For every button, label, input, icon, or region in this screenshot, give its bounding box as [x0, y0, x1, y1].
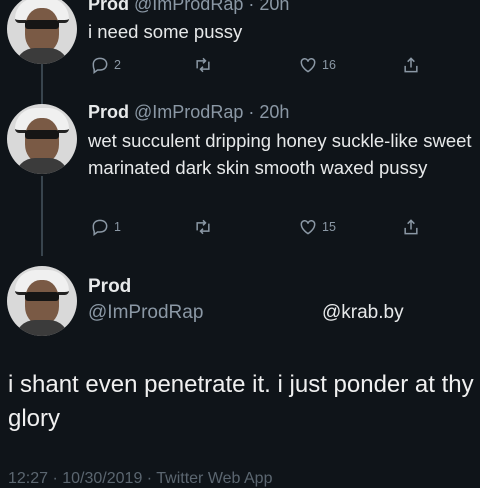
retweet-button[interactable] [192, 55, 214, 75]
retweet-button[interactable] [192, 217, 214, 237]
tweet-time[interactable]: · 20h [248, 0, 289, 14]
reply-icon [92, 57, 108, 74]
share-icon [404, 57, 418, 73]
like-icon [300, 57, 316, 73]
like-button[interactable]: 16 [298, 55, 336, 75]
reply-count: 1 [114, 220, 121, 234]
avatar[interactable] [7, 266, 77, 336]
tweet-2[interactable]: Prod @ImProdRap · 20h wet succulent drip… [0, 100, 480, 260]
tweet-text: i need some pussy [88, 21, 243, 42]
avatar[interactable] [7, 0, 77, 64]
share-button[interactable] [401, 217, 421, 237]
retweet-icon [196, 57, 210, 73]
watermark: @krab.by [322, 302, 404, 323]
main-tweet-text: i shant even penetrate it. i just ponder… [8, 371, 474, 432]
reply-button[interactable]: 2 [90, 55, 121, 75]
tweet-time[interactable]: · 20h [248, 102, 289, 122]
avatar[interactable] [7, 104, 77, 174]
retweet-icon [196, 219, 210, 235]
tweet-meta: 12:27 · 10/30/2019 · Twitter Web App [8, 470, 273, 487]
reply-button[interactable]: 1 [90, 217, 121, 237]
share-icon [404, 219, 418, 235]
tweet-actions: 2 16 [88, 55, 428, 79]
tweet-1[interactable]: Prod @ImProdRap · 20h i need some pussy … [0, 0, 480, 100]
reply-icon [92, 219, 108, 236]
share-button[interactable] [401, 55, 421, 75]
display-name[interactable]: Prod [88, 276, 131, 298]
tweet-actions: 1 15 [88, 217, 428, 241]
display-name[interactable]: Prod [88, 102, 129, 122]
reply-count: 2 [114, 58, 121, 72]
like-count: 15 [322, 220, 336, 234]
user-handle[interactable]: @ImProdRap [134, 0, 243, 14]
tweet-text: wet succulent dripping honey suckle-like… [88, 130, 472, 178]
display-name[interactable]: Prod [88, 0, 129, 14]
like-count: 16 [322, 58, 336, 72]
tweet-header: Prod @ImProdRap · 20h [88, 0, 289, 15]
user-handle[interactable]: @ImProdRap [134, 102, 243, 122]
like-button[interactable]: 15 [298, 217, 336, 237]
user-handle[interactable]: @ImProdRap [88, 302, 203, 324]
like-icon [300, 219, 316, 235]
tweet-header: Prod @ImProdRap · 20h [88, 102, 289, 123]
